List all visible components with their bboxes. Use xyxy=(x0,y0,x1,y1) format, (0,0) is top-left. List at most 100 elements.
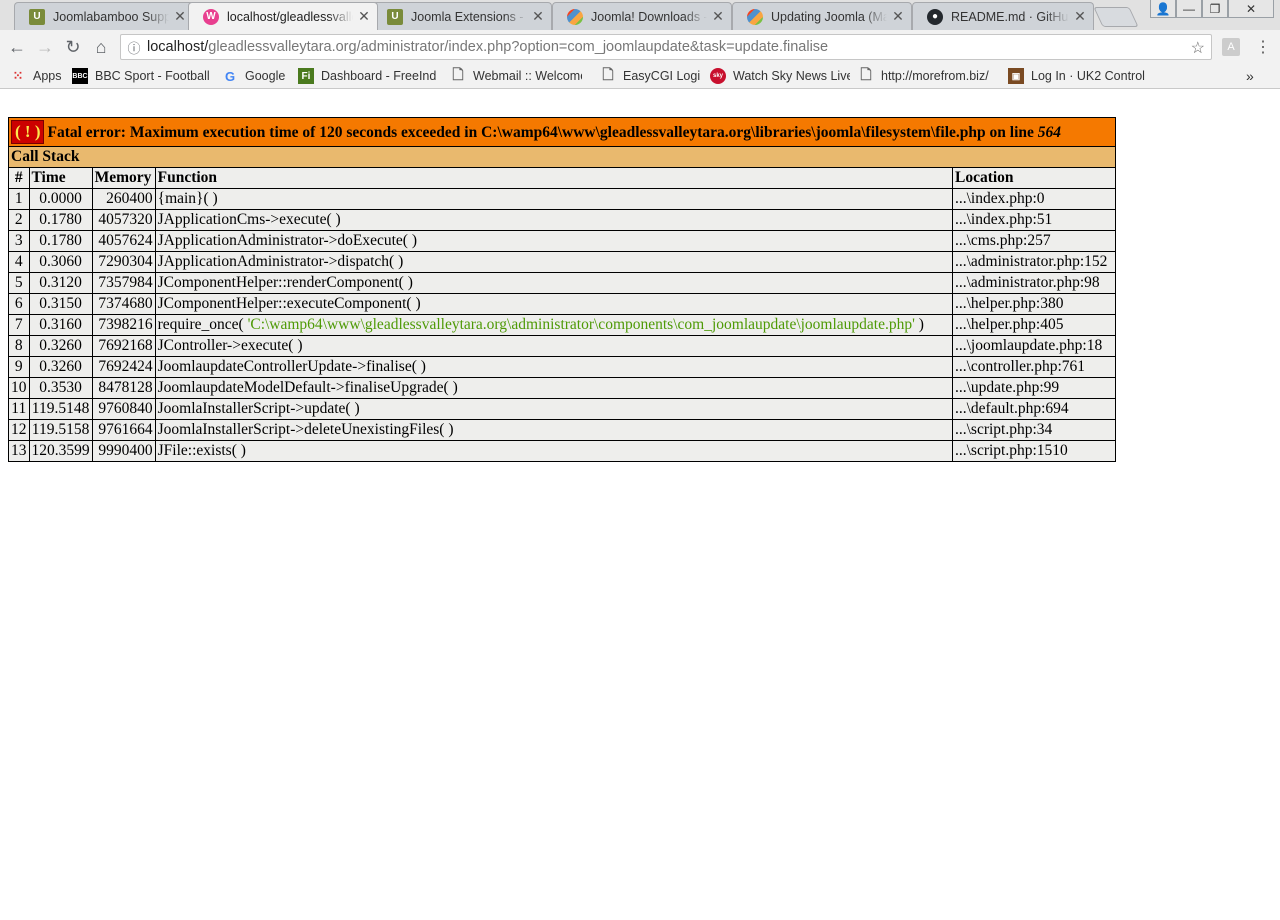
function-name: JApplicationAdministrator->dispatch( ) xyxy=(157,253,404,270)
tab-joomla-extensions[interactable]: U Joomla Extensions - Mix ✕ xyxy=(372,2,552,30)
page-icon: 🗋 xyxy=(452,66,464,82)
stack-location: ...\script.php:34 xyxy=(952,419,1116,441)
bookmark-bbc-sport[interactable]: BBC BBC Sport - Football xyxy=(72,64,210,88)
profile-icon[interactable]: 👤 xyxy=(1150,0,1176,18)
stack-function: JFile::exists( ) xyxy=(154,440,954,462)
call-stack-header-row: # Time Memory Function Location xyxy=(8,167,1116,189)
column-header-memory: Memory xyxy=(91,167,156,189)
new-tab-button[interactable] xyxy=(1093,7,1139,27)
stack-function: JApplicationCms->execute( ) xyxy=(154,209,954,231)
bookmarks-overflow-button[interactable]: » xyxy=(1246,64,1260,88)
stack-time: 0.0000 xyxy=(28,188,93,210)
bookmark-webmail[interactable]: 🗋 Webmail :: Welcome xyxy=(450,64,582,88)
stack-memory: 9990400 xyxy=(91,440,156,462)
tab-joomla-downloads[interactable]: Joomla! Downloads - Download ✕ xyxy=(552,2,732,30)
stack-num: 3 xyxy=(8,230,30,252)
joomlabamboo-icon: U xyxy=(387,8,403,25)
call-stack-body: 1 0.0000 260400 {main}( ) ...\index.php:0 2 0.… xyxy=(8,188,1116,462)
forward-button[interactable]: → xyxy=(34,36,56,58)
fatal-error-header: ( ! ) Fatal error: Maximum execution time… xyxy=(8,117,1116,147)
tab-title: Joomla Extensions - Mix xyxy=(411,9,527,24)
function-name: JComponentHelper::executeComponent( ) xyxy=(157,295,421,312)
stack-function: JApplicationAdministrator->doExecute( ) xyxy=(154,230,954,252)
function-name: JController->execute( ) xyxy=(157,337,303,354)
bookmark-label: http://morefrom.biz/ xyxy=(881,69,989,83)
stack-memory: 4057320 xyxy=(91,209,156,231)
tab-joomlabamboo-support[interactable]: U Joomlabamboo Support ✕ xyxy=(14,2,194,30)
call-stack-row: 12 119.5158 9761664 JoomlaInstallerScript->… xyxy=(8,419,1116,441)
tab-title: Joomla! Downloads - Download xyxy=(591,9,707,24)
bookmark-label: EasyCGI Login xyxy=(623,69,700,83)
menu-icon[interactable]: ⋮ xyxy=(1254,38,1272,56)
stack-num: 7 xyxy=(8,314,30,336)
call-stack-row: 2 0.1780 4057320 JApplicationCms->execute( … xyxy=(8,209,1116,231)
extension-icon[interactable]: A xyxy=(1222,38,1240,56)
stack-memory: 7357984 xyxy=(91,272,156,294)
bookmark-apps[interactable]: ⁙ Apps xyxy=(10,64,66,88)
stack-memory: 7692424 xyxy=(91,356,156,378)
call-stack-row: 10 0.3530 8478128 JoomlaupdateModelDefault-… xyxy=(8,377,1116,399)
bookmark-morefrom[interactable]: 🗋 http://morefrom.biz/ xyxy=(858,64,994,88)
stack-memory: 7692168 xyxy=(91,335,156,357)
stack-memory: 4057624 xyxy=(91,230,156,252)
function-name: {main}( ) xyxy=(157,190,218,207)
call-stack-title: Call Stack xyxy=(8,146,1116,168)
joomlabamboo-icon: U xyxy=(29,8,45,25)
stack-memory: 7374680 xyxy=(91,293,156,315)
bookmark-sky-news[interactable]: sky Watch Sky News Live xyxy=(710,64,850,88)
error-message: Fatal error: Maximum execution time of 1… xyxy=(47,124,1038,141)
close-tab-icon[interactable]: ✕ xyxy=(891,8,905,25)
bookmark-freeindex[interactable]: Fi Dashboard - FreeIndex xyxy=(298,64,436,88)
close-tab-icon[interactable]: ✕ xyxy=(173,8,187,25)
bookmark-uk2[interactable]: ▣ Log In · UK2 Control Panel xyxy=(1008,64,1146,88)
error-line-number: 564 xyxy=(1037,124,1062,141)
stack-num: 6 xyxy=(8,293,30,315)
tab-title: README.md · GitHub xyxy=(951,9,1069,24)
call-stack-row: 8 0.3260 7692168 JController->execute( )...… xyxy=(8,335,1116,357)
stack-time: 0.1780 xyxy=(28,209,93,231)
tab-readme-github[interactable]: ● README.md · GitHub ✕ xyxy=(912,2,1094,30)
stack-function: JoomlaupdateControllerUpdate->finalise( … xyxy=(154,356,954,378)
info-icon[interactable]: ⓘ xyxy=(121,38,147,57)
bookmark-star-icon[interactable]: ☆ xyxy=(1191,38,1205,58)
address-path: gleadlessvalleytara.org/administrator/in… xyxy=(208,39,829,55)
stack-location: ...\joomlaupdate.php:18 xyxy=(952,335,1116,357)
close-tab-icon[interactable]: ✕ xyxy=(711,8,725,25)
stack-num: 5 xyxy=(8,272,30,294)
minimize-button[interactable]: — xyxy=(1176,0,1202,18)
stack-num: 11 xyxy=(8,398,30,420)
bookmark-google[interactable]: G Google xyxy=(222,64,290,88)
reload-button[interactable]: ↻ xyxy=(62,36,84,58)
bookmark-label: Google xyxy=(245,69,286,83)
close-tab-icon[interactable]: ✕ xyxy=(357,8,371,25)
function-name: JoomlaInstallerScript->update( ) xyxy=(157,400,360,417)
stack-function: JoomlaInstallerScript->update( ) xyxy=(154,398,954,420)
bookmark-easycgi[interactable]: 🗋 EasyCGI Login xyxy=(600,64,700,88)
tab-localhost[interactable]: W localhost/gleadlessvalleytara.org ✕ xyxy=(188,2,378,30)
bookmark-label: Apps xyxy=(33,69,62,83)
sky-news-icon: sky xyxy=(710,68,726,84)
stack-memory: 9760840 xyxy=(91,398,156,420)
home-button[interactable]: ⌂ xyxy=(90,36,112,58)
restore-button[interactable]: ❐ xyxy=(1202,0,1228,18)
stack-location: ...\cms.php:257 xyxy=(952,230,1116,252)
stack-num: 12 xyxy=(8,419,30,441)
close-tab-icon[interactable]: ✕ xyxy=(1073,8,1087,25)
stack-function: JApplicationAdministrator->dispatch( ) xyxy=(154,251,954,273)
close-tab-icon[interactable]: ✕ xyxy=(531,8,545,25)
call-stack-row: 9 0.3260 7692424 JoomlaupdateControllerUpda… xyxy=(8,356,1116,378)
apps-grid-icon: ⁙ xyxy=(12,68,24,83)
bookmark-label: Watch Sky News Live xyxy=(733,69,850,83)
back-button[interactable]: ← xyxy=(6,36,28,58)
stack-function: JComponentHelper::renderComponent( ) xyxy=(154,272,954,294)
stack-memory: 9761664 xyxy=(91,419,156,441)
call-stack-row: 4 0.3060 7290304 JApplicationAdministrator-… xyxy=(8,251,1116,273)
stack-memory: 7398216 xyxy=(91,314,156,336)
tab-updating-joomla[interactable]: Updating Joomla (Manual) ✕ xyxy=(732,2,912,30)
stack-time: 0.1780 xyxy=(28,230,93,252)
call-stack-row: 13 120.3599 9990400 JFile::exists( ) ...\scr… xyxy=(8,440,1116,462)
address-bar[interactable]: ⓘ localhost/gleadlessvalleytara.org/admi… xyxy=(120,34,1212,60)
close-window-button[interactable]: ✕ xyxy=(1228,0,1274,18)
bookmarks-bar: ⁙ Apps BBC BBC Sport - Football G Google… xyxy=(0,64,1280,89)
stack-location: ...\controller.php:761 xyxy=(952,356,1116,378)
